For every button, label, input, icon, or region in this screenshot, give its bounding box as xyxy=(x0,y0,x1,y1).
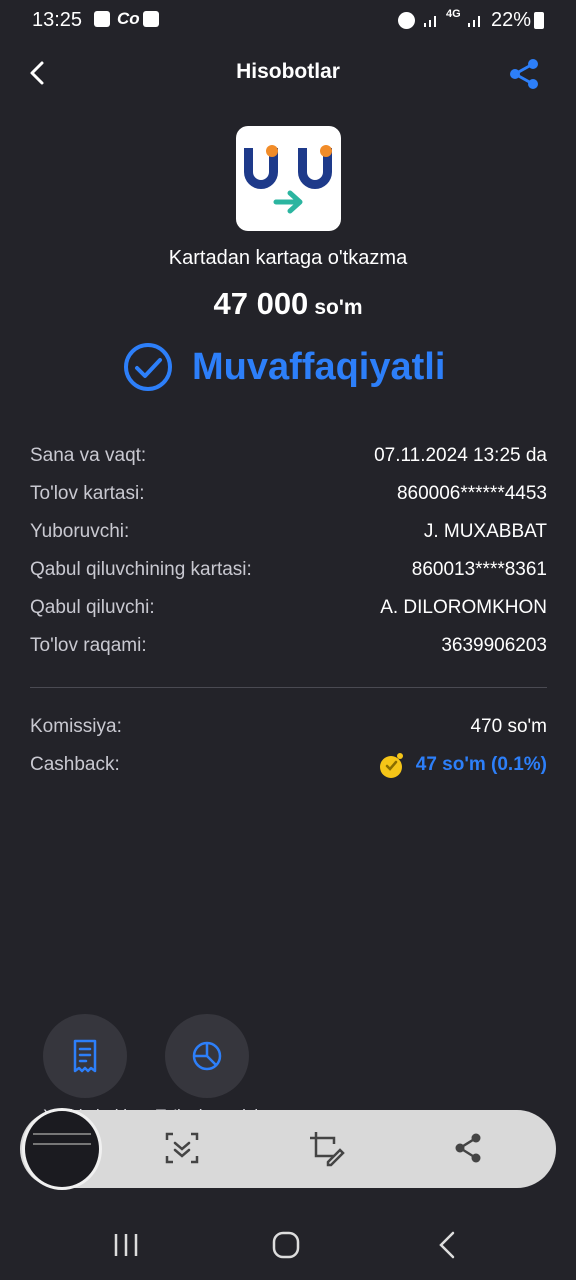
fee-label: Cashback: xyxy=(30,754,120,775)
home-icon[interactable] xyxy=(266,1225,306,1265)
scroll-capture-icon[interactable] xyxy=(162,1128,202,1168)
detail-row-date: Sana va vaqt: 07.11.2024 13:25 da xyxy=(30,441,547,471)
signal-icon xyxy=(424,16,436,27)
detail-row-sender: Yuboruvchi: J. MUXABBAT xyxy=(30,517,547,547)
fee-label: Komissiya: xyxy=(30,716,122,737)
detail-row-payment-card: To'lov kartasi: 860006******4453 xyxy=(30,479,547,509)
detail-value: 3639906203 xyxy=(441,635,547,656)
signal-icon-2 xyxy=(468,16,480,27)
detail-value: J. MUXABBAT xyxy=(423,521,547,542)
nav-back-icon[interactable] xyxy=(428,1225,468,1265)
detail-label: Sana va vaqt: xyxy=(30,445,147,466)
detail-value: A. DILOROMKHON xyxy=(380,597,547,618)
cashback-value-wrap: 47 so'm (0.1%) xyxy=(378,751,547,779)
detail-row-recipient-card: Qabul qiluvchining kartasi: 860013****83… xyxy=(30,555,547,585)
bank-logo xyxy=(236,126,341,231)
detail-value: 860013****8361 xyxy=(411,559,547,580)
status-text: Muvaffaqiyatli xyxy=(192,345,446,388)
recent-apps-icon[interactable] xyxy=(106,1225,146,1265)
detail-label: Yuboruvchi: xyxy=(30,521,130,542)
pie-chart-icon xyxy=(192,1041,222,1071)
gallery-icon xyxy=(94,11,110,27)
cashback-value: 47 so'm (0.1%) xyxy=(415,754,547,775)
transfer-amount: 47 000 so'm xyxy=(0,286,576,322)
detail-value: 07.11.2024 13:25 da xyxy=(374,445,547,466)
check-box-icon xyxy=(143,11,159,27)
battery-icon xyxy=(534,12,544,29)
payment-history-button[interactable] xyxy=(165,1014,249,1098)
cashback-coin-icon xyxy=(379,753,403,778)
page-title: Hisobotlar xyxy=(236,60,340,83)
transfer-status: Muvaffaqiyatli xyxy=(122,340,445,394)
network-type-icon: 4G xyxy=(446,8,461,20)
fee-row-commission: Komissiya: 470 so'm xyxy=(30,712,547,742)
detail-row-recipient: Qabul qiluvchi: A. DILOROMKHON xyxy=(30,593,547,623)
battery-percent: 22% xyxy=(491,9,532,31)
fee-value: 470 so'm xyxy=(470,716,547,737)
detail-row-payment-number: To'lov raqami: 3639906203 xyxy=(30,631,547,661)
status-bar: 13:25 Co 4G 22% xyxy=(0,0,576,42)
alarm-icon xyxy=(398,12,415,29)
detail-label: Qabul qiluvchi: xyxy=(30,597,155,618)
uzcard-transfer-logo-icon xyxy=(244,145,332,214)
receipt-icon xyxy=(73,1039,97,1073)
status-time: 13:25 xyxy=(32,9,83,31)
transfer-type-label: Kartadan kartaga o'tkazma xyxy=(168,247,408,269)
detail-value: 860006******4453 xyxy=(396,483,547,504)
amount-currency: so'm xyxy=(314,296,363,319)
share-screenshot-icon[interactable] xyxy=(448,1128,488,1168)
detail-label: Qabul qiluvchining kartasi: xyxy=(30,559,252,580)
divider xyxy=(30,687,547,688)
amount-value: 47 000 xyxy=(213,286,309,321)
fee-row-cashback: Cashback: 47 so'm (0.1%) xyxy=(30,750,547,780)
receipt-button[interactable] xyxy=(43,1014,127,1098)
detail-label: To'lov kartasi: xyxy=(30,483,145,504)
screenshot-thumbnail[interactable] xyxy=(22,1108,102,1190)
share-icon[interactable] xyxy=(506,56,542,92)
detail-label: To'lov raqami: xyxy=(30,635,147,656)
co-app-icon: Co xyxy=(117,9,140,28)
check-circle-icon xyxy=(124,343,172,391)
crop-edit-icon[interactable] xyxy=(306,1128,346,1168)
